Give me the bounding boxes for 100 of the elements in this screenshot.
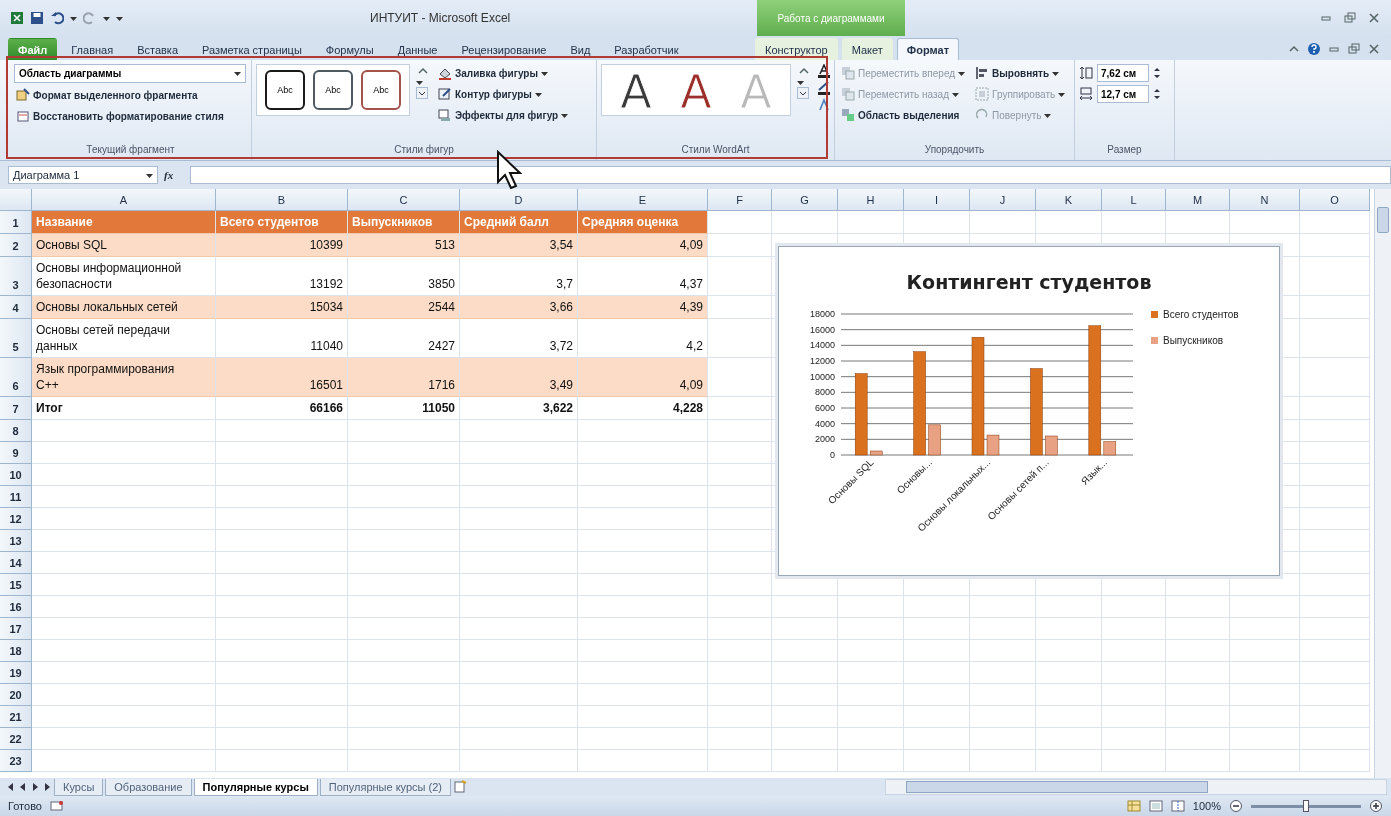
close-icon[interactable] xyxy=(1367,11,1381,25)
column-header[interactable]: E xyxy=(578,189,708,211)
column-header[interactable]: N xyxy=(1230,189,1300,211)
expand-gallery-icon[interactable] xyxy=(797,87,809,99)
column-header[interactable]: H xyxy=(838,189,904,211)
column-header[interactable]: K xyxy=(1036,189,1102,211)
row-header[interactable]: 19 xyxy=(0,662,32,684)
row-header[interactable]: 2 xyxy=(0,234,32,257)
column-header[interactable]: L xyxy=(1102,189,1166,211)
zoom-in-icon[interactable] xyxy=(1369,799,1383,813)
ribbon-command[interactable]: Заливка фигуры xyxy=(436,64,571,82)
text-fill-icon[interactable] xyxy=(817,64,831,78)
next-sheet-icon[interactable] xyxy=(30,782,40,792)
row-header[interactable]: 9 xyxy=(0,442,32,464)
row-header[interactable]: 18 xyxy=(0,640,32,662)
function-label[interactable]: fx xyxy=(164,169,184,181)
column-header[interactable]: F xyxy=(708,189,772,211)
row-header[interactable]: 13 xyxy=(0,530,32,552)
row-header[interactable]: 3 xyxy=(0,257,32,296)
restore-icon[interactable] xyxy=(1347,42,1361,56)
help-icon[interactable] xyxy=(1307,42,1321,56)
row-header[interactable]: 4 xyxy=(0,296,32,319)
row-header[interactable]: 12 xyxy=(0,508,32,530)
column-header[interactable]: O xyxy=(1300,189,1370,211)
row-header[interactable]: 16 xyxy=(0,596,32,618)
ribbon-tab[interactable]: Разработчик xyxy=(604,38,689,60)
ribbon-tab[interactable]: Вставка xyxy=(127,38,189,60)
row-header[interactable]: 17 xyxy=(0,618,32,640)
column-header[interactable]: B xyxy=(216,189,348,211)
page-layout-icon[interactable] xyxy=(1148,799,1163,813)
row-header[interactable]: 14 xyxy=(0,552,32,574)
ribbon-tab[interactable]: Главная xyxy=(61,38,124,60)
sheet-tab[interactable]: Образование xyxy=(105,778,192,796)
row-header[interactable]: 5 xyxy=(0,319,32,358)
wordart-style-sample[interactable]: A xyxy=(620,68,652,112)
row-header[interactable]: 1 xyxy=(0,211,32,234)
save-icon[interactable] xyxy=(30,11,44,25)
row-header[interactable]: 23 xyxy=(0,750,32,772)
ribbon-tab[interactable]: Рецензирование xyxy=(451,38,557,60)
ribbon-command[interactable]: Эффекты для фигур xyxy=(436,106,571,124)
row-header[interactable]: 10 xyxy=(0,464,32,486)
spinner-icon[interactable] xyxy=(1153,87,1161,101)
ribbon-command[interactable]: Область выделения xyxy=(839,106,968,124)
macro-record-icon[interactable] xyxy=(49,799,64,813)
name-box[interactable]: Диаграмма 1 xyxy=(8,166,158,184)
ribbon-tab[interactable]: Макет xyxy=(841,38,893,60)
column-header[interactable]: C xyxy=(348,189,460,211)
column-header[interactable]: M xyxy=(1166,189,1230,211)
zoom-slider-thumb[interactable] xyxy=(1303,799,1309,812)
size-field[interactable]: 12,7 см xyxy=(1097,85,1149,103)
caret-icon[interactable] xyxy=(103,14,110,22)
row-header[interactable]: 7 xyxy=(0,397,32,420)
spinner-icon[interactable] xyxy=(1153,66,1161,80)
shape-style-sample[interactable]: Abc xyxy=(361,70,401,110)
sheet-tab[interactable]: Популярные курсы xyxy=(193,778,318,796)
sheet-tab[interactable]: Курсы xyxy=(54,778,104,796)
column-header[interactable]: A xyxy=(32,189,216,211)
vertical-scrollbar[interactable] xyxy=(1374,189,1391,778)
first-sheet-icon[interactable] xyxy=(6,782,16,792)
row-header[interactable]: 8 xyxy=(0,420,32,442)
ribbon-tab[interactable]: Файл xyxy=(8,38,58,60)
ribbon-command[interactable]: Восстановить форматирование стиля xyxy=(14,107,246,125)
row-header[interactable]: 11 xyxy=(0,486,32,508)
zoom-level[interactable]: 100% xyxy=(1192,800,1221,812)
formula-field[interactable] xyxy=(190,166,1391,184)
size-field[interactable]: 7,62 см xyxy=(1097,64,1149,82)
page-break-icon[interactable] xyxy=(1170,799,1185,813)
row-header[interactable]: 21 xyxy=(0,706,32,728)
last-sheet-icon[interactable] xyxy=(42,782,52,792)
expand-gallery-icon[interactable] xyxy=(416,87,428,99)
ribbon-tab[interactable]: Вид xyxy=(560,38,601,60)
shape-style-sample[interactable]: Abc xyxy=(313,70,353,110)
wordart-style-sample[interactable]: A xyxy=(680,68,712,112)
column-header[interactable]: D xyxy=(460,189,578,211)
text-effects-icon[interactable] xyxy=(817,98,831,112)
customize-toolbar-icon[interactable] xyxy=(116,14,123,22)
chart-element-dropdown[interactable]: Область диаграммы xyxy=(14,64,246,83)
shape-style-sample[interactable]: Abc xyxy=(265,70,305,110)
ribbon-tab[interactable]: Данные xyxy=(387,38,448,60)
sheet-tab[interactable]: Популярные курсы (2) xyxy=(319,778,452,796)
zoom-out-icon[interactable] xyxy=(1229,799,1243,813)
caret-icon[interactable] xyxy=(70,14,77,22)
ribbon-command[interactable]: Формат выделенного фрагмента xyxy=(14,86,246,104)
column-header[interactable]: J xyxy=(970,189,1036,211)
previous-sheet-icon[interactable] xyxy=(18,782,28,792)
column-header[interactable]: I xyxy=(904,189,970,211)
column-header[interactable]: G xyxy=(772,189,838,211)
ribbon-tab[interactable]: Конструктор xyxy=(755,38,838,60)
ribbon-tab[interactable]: Формат xyxy=(896,38,960,60)
ribbon-tab[interactable]: Формулы xyxy=(315,38,384,60)
undo-icon[interactable] xyxy=(50,11,64,25)
row-header[interactable]: 6 xyxy=(0,358,32,397)
row-header[interactable]: 20 xyxy=(0,684,32,706)
ribbon-command[interactable]: Выровнять xyxy=(973,64,1068,82)
ribbon-tab[interactable]: Разметка страницы xyxy=(192,38,312,60)
horizontal-scrollbar[interactable] xyxy=(885,779,1387,795)
ribbon-command[interactable]: Контур фигуры xyxy=(436,85,571,103)
row-header[interactable]: 15 xyxy=(0,574,32,596)
restore-icon[interactable] xyxy=(1343,11,1357,25)
row-header[interactable]: 22 xyxy=(0,728,32,750)
